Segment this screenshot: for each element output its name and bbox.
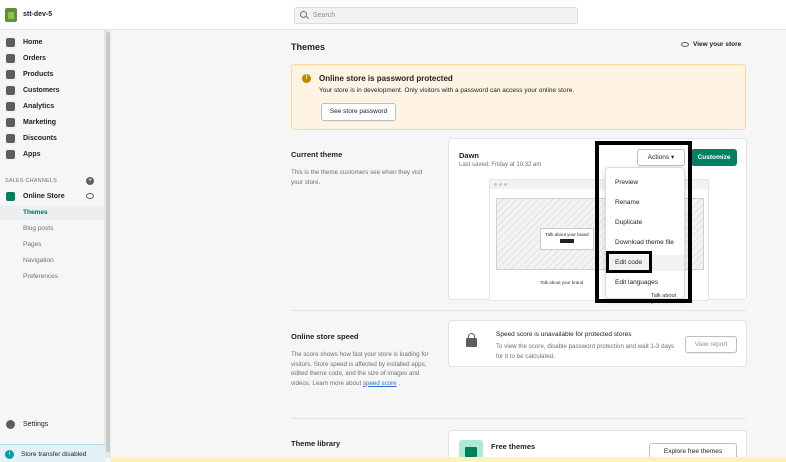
window-dot-icon: [504, 183, 507, 186]
sidebar-item-label: Blog posts: [23, 225, 54, 232]
analytics-icon: [6, 102, 15, 111]
theme-library-title: Theme library: [291, 439, 341, 448]
store-transfer-notice: i Store transfer disabled: [0, 444, 105, 462]
sidebar-item-marketing[interactable]: Marketing: [0, 116, 104, 130]
sidebar-item-online-store[interactable]: Online Store: [0, 190, 104, 204]
sidebar-item-label: Settings: [23, 421, 49, 428]
search-placeholder: Search: [313, 12, 336, 19]
speed-card: Speed score is unavailable for protected…: [448, 320, 747, 367]
sidebar-item-label: Online Store: [23, 193, 65, 200]
sidebar-item-pages[interactable]: Pages: [0, 238, 104, 252]
shopify-logo-icon[interactable]: [5, 8, 17, 22]
gear-icon: [6, 420, 15, 429]
preview-heading: Talk about your brand: [545, 232, 589, 237]
banner-title: Online store is password protected: [319, 74, 453, 83]
banner-text: Your store is in development. Only visit…: [319, 87, 575, 94]
person-icon: [6, 86, 15, 95]
sidebar-item-label: Orders: [23, 55, 46, 62]
sidebar-item-discounts[interactable]: Discounts: [0, 132, 104, 146]
highlight-box-actions: [595, 141, 692, 303]
sidebar: Home Orders Products Customers Analytics…: [0, 30, 105, 462]
top-bar: stt-dev-5 Search: [0, 0, 786, 30]
sidebar-item-analytics[interactable]: Analytics: [0, 100, 104, 114]
sidebar-item-label: Products: [23, 71, 54, 78]
sidebar-item-label: Discounts: [23, 135, 57, 142]
sidebar-item-home[interactable]: Home: [0, 36, 104, 50]
sidebar-item-orders[interactable]: Orders: [0, 52, 104, 66]
sidebar-item-products[interactable]: Products: [0, 68, 104, 82]
orders-icon: [6, 54, 15, 63]
see-store-password-button[interactable]: See store password: [321, 103, 396, 121]
store-icon: [6, 192, 15, 201]
theme-saved-time: Last saved: Friday at 10:32 am: [459, 162, 542, 168]
search-input[interactable]: Search: [294, 7, 578, 24]
sidebar-item-themes[interactable]: Themes: [0, 206, 104, 220]
divider: [291, 418, 746, 419]
sidebar-item-label: Navigation: [23, 257, 54, 264]
sidebar-item-settings[interactable]: Settings: [0, 418, 104, 432]
search-icon: [300, 11, 307, 18]
sidebar-item-label: Analytics: [23, 103, 55, 110]
page-title: Themes: [291, 42, 326, 52]
speed-description-text: The score shows how fast your store is l…: [291, 351, 429, 387]
preview-button: [560, 239, 574, 243]
sidebar-item-label: Pages: [23, 241, 42, 248]
highlight-box-edit-code: [606, 251, 652, 273]
discount-icon: [6, 134, 15, 143]
sidebar-item-label: Themes: [23, 209, 48, 216]
eye-icon: [681, 41, 689, 47]
window-dot-icon: [494, 183, 497, 186]
megaphone-icon: [6, 118, 15, 127]
speed-card-title: Speed score is unavailable for protected…: [496, 331, 632, 338]
sidebar-item-preferences[interactable]: Preferences: [0, 270, 104, 284]
warning-icon: !: [302, 74, 311, 83]
preview-subheading: Talk about your brand: [540, 280, 584, 285]
speed-score-link[interactable]: speed score: [363, 380, 397, 387]
sidebar-item-label: Preferences: [23, 273, 59, 280]
eye-icon[interactable]: [86, 193, 94, 199]
apps-icon: [6, 150, 15, 159]
bottom-highlight: [111, 457, 786, 462]
speed-title: Online store speed: [291, 332, 359, 341]
password-banner: ! Online store is password protected You…: [291, 64, 746, 130]
sidebar-item-label: Apps: [23, 151, 41, 158]
add-channel-icon[interactable]: +: [86, 177, 94, 185]
sidebar-item-customers[interactable]: Customers: [0, 84, 104, 98]
current-theme-title: Current theme: [291, 150, 343, 159]
sales-channels-heading: SALES CHANNELS: [5, 178, 58, 184]
tag-icon: [6, 70, 15, 79]
preview-hero-card: Talk about your brand: [540, 228, 594, 250]
sidebar-item-label: Customers: [23, 87, 60, 94]
lock-icon: [466, 333, 477, 347]
sidebar-item-blog-posts[interactable]: Blog posts: [0, 222, 104, 236]
view-store-link[interactable]: View your store: [681, 41, 741, 48]
theme-name: Dawn: [459, 151, 480, 160]
speed-description: The score shows how fast your store is l…: [291, 351, 429, 387]
customize-button[interactable]: Customize: [691, 149, 737, 166]
sidebar-item-navigation[interactable]: Navigation: [0, 254, 104, 268]
sidebar-item-label: Home: [23, 39, 43, 46]
store-name[interactable]: stt-dev-5: [23, 11, 52, 18]
free-themes-title: Free themes: [491, 442, 536, 451]
sidebar-item-apps[interactable]: Apps: [0, 148, 104, 162]
view-report-button[interactable]: View report: [685, 336, 737, 353]
view-store-label: View your store: [693, 41, 742, 48]
store-transfer-text: Store transfer disabled: [21, 451, 87, 458]
window-dot-icon: [499, 183, 502, 186]
home-icon: [6, 38, 15, 47]
divider: [291, 310, 746, 311]
info-icon: i: [5, 450, 14, 459]
sidebar-item-label: Marketing: [23, 119, 57, 126]
speed-card-description: To view the score, disable password prot…: [496, 343, 675, 360]
current-theme-description: This is the theme customers see when the…: [291, 169, 423, 186]
